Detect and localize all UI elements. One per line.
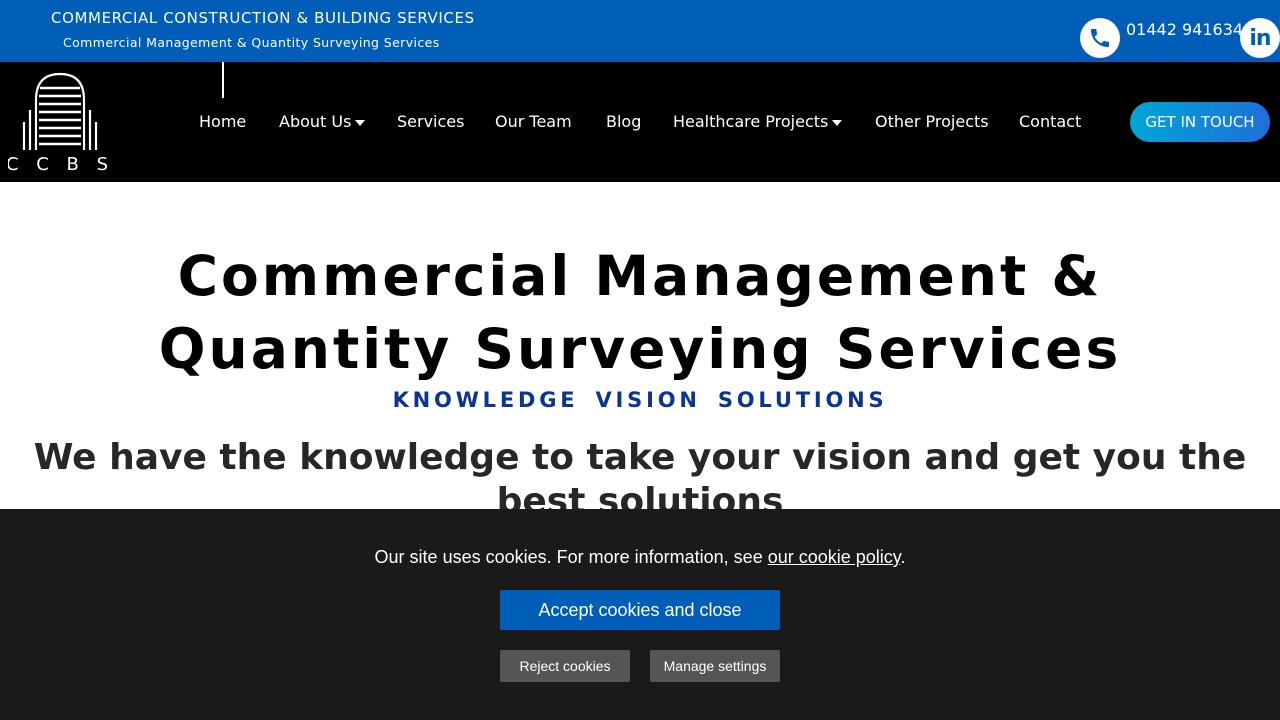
manage-settings-button[interactable]: Manage settings: [650, 650, 780, 682]
nav-home-label: Home: [199, 112, 247, 131]
nav-other-projects-label: Other Projects: [875, 112, 989, 131]
get-in-touch-button[interactable]: GET IN TOUCH: [1130, 102, 1270, 142]
nav-about-us-label: About Us: [279, 112, 352, 131]
nav-blog[interactable]: Blog: [606, 112, 641, 131]
phone-number[interactable]: 01442 941634: [1126, 20, 1243, 39]
nav-about-us[interactable]: About Us: [279, 112, 366, 131]
nav-healthcare-projects[interactable]: Healthcare Projects: [673, 112, 843, 131]
nav-blog-label: Blog: [606, 112, 642, 131]
top-bar: COMMERCIAL CONSTRUCTION & BUILDING SERVI…: [0, 0, 1280, 62]
cookie-policy-link[interactable]: our cookie policy: [768, 547, 901, 567]
page-title: Commercial Management & Quantity Surveyi…: [158, 244, 1122, 381]
cookie-message: Our site uses cookies. For more informat…: [0, 547, 1280, 568]
nav-services[interactable]: Services: [397, 112, 464, 131]
company-tagline: Commercial Management & Quantity Surveyi…: [63, 35, 440, 50]
hero-subtitle: KNOWLEDGE VISION SOLUTIONS: [392, 388, 888, 412]
nav-divider: [222, 62, 224, 98]
nav-our-team-label: Our Team: [495, 112, 572, 131]
nav-home[interactable]: Home: [199, 112, 246, 131]
nav-other-projects[interactable]: Other Projects: [875, 112, 989, 131]
logo-text: C C B S: [8, 154, 112, 174]
cookie-text-after: .: [900, 547, 906, 567]
caret-down-icon: [355, 119, 366, 126]
caret-down-icon: [832, 119, 843, 126]
linkedin-icon[interactable]: in: [1240, 18, 1280, 58]
nav-healthcare-projects-label: Healthcare Projects: [673, 112, 829, 131]
phone-glyph: [1091, 29, 1109, 47]
phone-icon[interactable]: [1080, 18, 1120, 58]
nav-contact[interactable]: Contact: [1019, 112, 1081, 131]
cookie-banner: Our site uses cookies. For more informat…: [0, 509, 1280, 720]
cookie-text-before: Our site uses cookies. For more informat…: [374, 547, 768, 567]
company-name: COMMERCIAL CONSTRUCTION & BUILDING SERVI…: [51, 9, 475, 27]
reject-cookies-button[interactable]: Reject cookies: [500, 650, 630, 682]
main-navigation: C C B S Home About Us Services Our Team …: [0, 62, 1280, 182]
accept-cookies-button[interactable]: Accept cookies and close: [500, 590, 780, 630]
linkedin-glyph: in: [1249, 25, 1271, 51]
nav-contact-label: Contact: [1019, 112, 1082, 131]
nav-services-label: Services: [397, 112, 465, 131]
nav-our-team[interactable]: Our Team: [495, 112, 572, 131]
ccbs-logo[interactable]: C C B S: [8, 70, 112, 174]
